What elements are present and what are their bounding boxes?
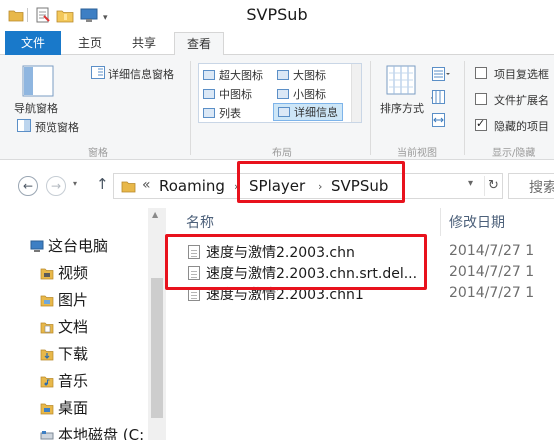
tree-item-local-disk-c[interactable]: 本地磁盘 (C: xyxy=(40,423,144,440)
pictures-folder-icon xyxy=(40,293,54,306)
folder-icon xyxy=(121,180,136,196)
layout-large-icons[interactable]: 大图标 xyxy=(277,66,326,84)
tree-item-label: 本地磁盘 (C: xyxy=(58,425,145,440)
tab-file[interactable]: 文件 xyxy=(5,31,61,55)
small-icons-icon xyxy=(277,89,289,99)
file-date: 2014/7/27 1 xyxy=(449,243,535,259)
layout-item-label: 超大图标 xyxy=(219,69,263,82)
recent-locations-chevron-icon[interactable]: ▾ xyxy=(73,179,77,188)
tree-item-label: 音乐 xyxy=(58,371,89,390)
scroll-up-arrow-icon[interactable]: ▲ xyxy=(152,210,158,219)
list-view-icon xyxy=(203,108,215,118)
item-checkboxes-checkbox[interactable] xyxy=(475,67,487,79)
layout-item-label: 详细信息 xyxy=(294,106,338,119)
breadcrumb-overflow[interactable]: « xyxy=(142,177,151,193)
layout-details[interactable]: 详细信息 xyxy=(273,103,343,121)
tab-share[interactable]: 共享 xyxy=(118,32,170,54)
desktop-folder-icon xyxy=(40,401,54,414)
file-date: 2014/7/27 1 xyxy=(449,285,535,301)
refresh-icon[interactable]: ↻ xyxy=(484,176,502,196)
tree-item-documents[interactable]: 文档 xyxy=(40,315,88,337)
file-extensions-label: 文件扩展名 xyxy=(494,94,549,107)
hidden-items-label: 隐藏的项目 xyxy=(494,120,549,133)
downloads-folder-icon xyxy=(40,347,54,360)
column-header-date-modified[interactable]: 修改日期 xyxy=(449,212,505,232)
layout-medium-icons[interactable]: 中图标 xyxy=(203,85,252,103)
search-placeholder: 搜索 xyxy=(529,180,554,196)
large-icons-icon xyxy=(277,70,289,80)
forward-button[interactable]: → xyxy=(46,176,66,196)
details-pane-icon xyxy=(91,66,105,82)
sort-by-button[interactable]: 排序方式 xyxy=(380,100,424,116)
layout-group-title: 布局 xyxy=(272,148,292,159)
navigation-pane-icon[interactable] xyxy=(22,65,54,100)
details-view-icon xyxy=(278,107,290,117)
address-highlight-box xyxy=(237,161,405,203)
navigation-pane-scrollbar[interactable]: ▲ xyxy=(148,208,166,440)
size-columns-icon[interactable] xyxy=(432,113,450,130)
tree-item-desktop[interactable]: 桌面 xyxy=(40,396,88,418)
column-divider[interactable] xyxy=(440,208,441,236)
layout-small-icons[interactable]: 小图标 xyxy=(277,85,326,103)
medium-icons-icon xyxy=(203,89,215,99)
file-extensions-checkbox[interactable] xyxy=(475,93,487,105)
layout-item-label: 大图标 xyxy=(293,69,326,82)
ribbon-divider xyxy=(190,61,191,155)
column-header-name[interactable]: 名称 xyxy=(186,212,214,232)
layout-item-label: 中图标 xyxy=(219,88,252,101)
add-columns-icon[interactable] xyxy=(432,90,450,107)
tree-item-label: 这台电脑 xyxy=(48,236,109,255)
group-by-icon[interactable] xyxy=(432,67,450,84)
sort-by-icon[interactable] xyxy=(386,65,416,100)
current-view-group-title: 当前视图 xyxy=(397,148,437,159)
layout-item-label: 小图标 xyxy=(293,88,326,101)
tab-view[interactable]: 查看 xyxy=(174,32,224,56)
tree-item-label: 下载 xyxy=(58,344,89,363)
ribbon-divider xyxy=(464,61,465,155)
navigation-pane-button[interactable]: 导航窗格 xyxy=(14,100,58,116)
scrollbar-thumb[interactable] xyxy=(151,278,163,418)
tree-item-this-pc[interactable]: 这台电脑 xyxy=(30,234,108,256)
tree-item-music[interactable]: 音乐 xyxy=(40,369,88,391)
breadcrumb-roaming[interactable]: Roaming xyxy=(159,177,225,195)
show-hide-group-title: 显示/隐藏 xyxy=(492,148,536,159)
file-date: 2014/7/27 1 xyxy=(449,264,535,280)
panes-group-title: 窗格 xyxy=(88,148,108,159)
tree-item-label: 文档 xyxy=(58,317,89,336)
tree-item-label: 视频 xyxy=(58,263,89,282)
preview-pane-button[interactable]: 预览窗格 xyxy=(35,119,79,135)
layout-extra-large-icons[interactable]: 超大图标 xyxy=(203,66,263,84)
details-pane-button[interactable]: 详细信息窗格 xyxy=(108,66,174,82)
documents-folder-icon xyxy=(40,320,54,333)
ribbon: 导航窗格 预览窗格 详细信息窗格 窗格 超大图标 大图标 中图标 小图标 列表 … xyxy=(0,55,554,160)
ribbon-divider xyxy=(370,61,371,155)
back-button[interactable]: ← xyxy=(18,176,38,196)
tree-item-videos[interactable]: 视频 xyxy=(40,261,88,283)
up-arrow-icon[interactable]: ↑ xyxy=(96,175,109,193)
layout-list[interactable]: 列表 xyxy=(203,104,241,122)
preview-pane-icon xyxy=(17,119,31,135)
navigation-pane: 这台电脑 视频 图片 文档 下载 音乐 桌面 本地磁盘 (C: ▲ xyxy=(0,208,166,440)
window-title: SVPSub xyxy=(246,5,308,24)
video-folder-icon xyxy=(40,266,54,279)
tab-home[interactable]: 主页 xyxy=(66,32,114,54)
tree-item-downloads[interactable]: 下载 xyxy=(40,342,88,364)
item-checkboxes-label: 项目复选框 xyxy=(494,68,549,81)
layout-item-label: 列表 xyxy=(219,107,241,120)
local-disk-icon xyxy=(40,428,54,440)
extra-large-icons-icon xyxy=(203,70,215,80)
tree-item-label: 桌面 xyxy=(58,398,89,417)
files-highlight-box xyxy=(165,234,427,290)
ribbon-tab-bar: 文件 主页 共享 查看 xyxy=(0,30,554,56)
music-folder-icon xyxy=(40,374,54,387)
search-box[interactable]: 搜索 xyxy=(508,173,554,199)
hidden-items-checkbox[interactable] xyxy=(475,117,487,131)
layout-gallery: 超大图标 大图标 中图标 小图标 列表 详细信息 xyxy=(198,63,362,123)
address-history-chevron-icon[interactable]: ▾ xyxy=(468,178,473,189)
layout-gallery-scrollbar[interactable] xyxy=(351,64,361,122)
tree-item-pictures[interactable]: 图片 xyxy=(40,288,88,310)
tree-item-label: 图片 xyxy=(58,290,89,309)
title-bar: ▾ SVPSub xyxy=(0,0,554,30)
computer-icon xyxy=(30,239,44,252)
